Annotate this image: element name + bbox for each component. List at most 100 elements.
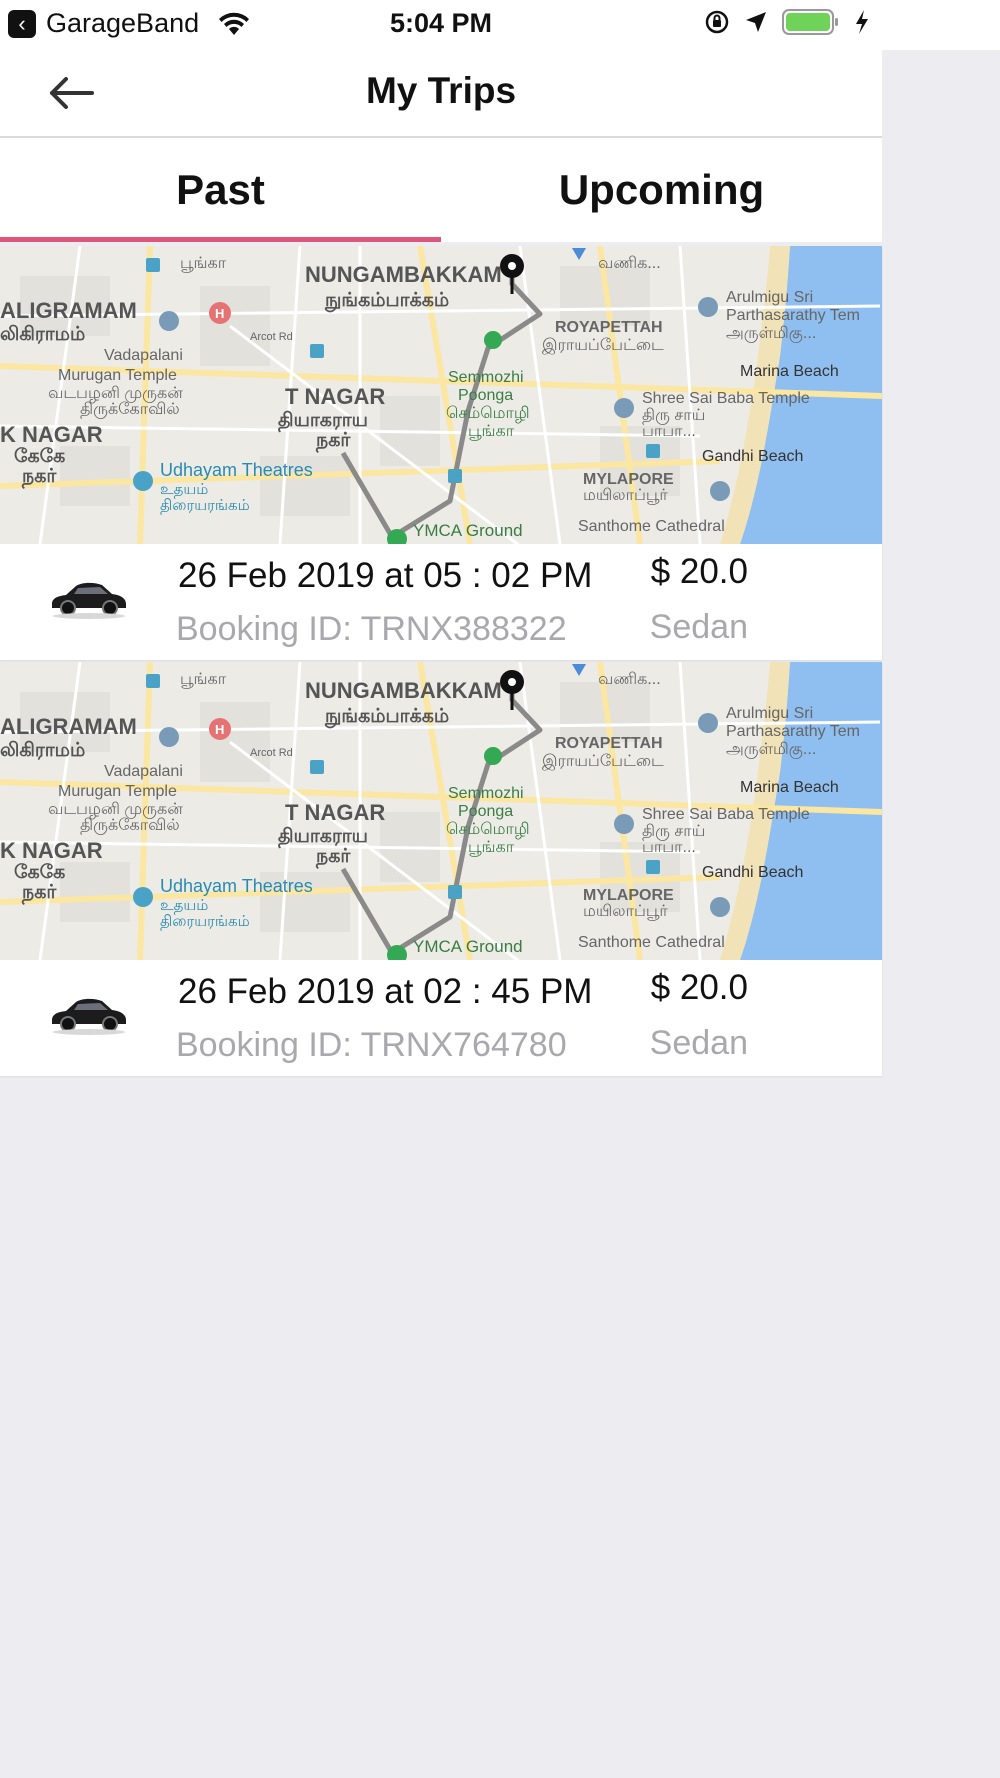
- map-label: செம்மொழி: [446, 821, 530, 838]
- sedan-car-icon: [52, 582, 126, 619]
- trip-date: 26 Feb 2019 at 05 : 02 PM: [178, 556, 593, 595]
- map-label: Arcot Rd: [250, 331, 293, 343]
- map-label: T NAGAR: [285, 384, 385, 409]
- map-label: இராயப்பேட்டை: [542, 753, 664, 771]
- map-label: வணிக...: [598, 255, 661, 272]
- map-label: பூங்கா: [180, 255, 227, 272]
- map-label: பூங்கா: [180, 671, 227, 688]
- map-label: Semmozhi: [448, 369, 524, 386]
- page-title: My Trips: [365, 70, 517, 111]
- map-label: Murugan Temple: [58, 367, 177, 384]
- trip-date: 26 Feb 2019 at 02 : 45 PM: [178, 972, 593, 1011]
- map-label: பாபா...: [642, 839, 696, 856]
- map-label: Gandhi Beach: [702, 864, 803, 881]
- navigation-bar: My Trips: [0, 50, 882, 138]
- route-map-image: H NUNGAMBAKKAM ALIGRAMAM K NAGAR T NAGAR…: [0, 246, 882, 544]
- map-label: MYLAPORE: [583, 471, 674, 488]
- map-label: YMCA Ground: [413, 937, 523, 956]
- map-label: Shree Sai Baba Temple: [642, 390, 810, 407]
- map-label: நுங்கம்பாக்கம்: [324, 290, 449, 313]
- tab-past-label: Past: [176, 166, 265, 213]
- map-label: கேகே: [14, 446, 65, 467]
- status-bar: ‹ GarageBand 5:04 PM: [0, 0, 1000, 50]
- map-label: நகர்: [315, 846, 351, 869]
- map-label: Murugan Temple: [58, 783, 177, 800]
- booking-id: Booking ID: TRNX388322: [176, 610, 567, 648]
- tab-upcoming-label: Upcoming: [558, 166, 765, 213]
- map-label: உதயம்: [160, 481, 208, 498]
- route-map: H NUNGAMBAKKAM ALIGRAMAM K NAGAR T NAGAR…: [0, 246, 882, 544]
- map-label: Arulmigu Sri: [726, 705, 813, 722]
- location-arrow-icon: [746, 12, 766, 32]
- svg-text:H: H: [215, 722, 224, 737]
- map-label: Gandhi Beach: [702, 448, 803, 465]
- map-label: Santhome Cathedral: [578, 518, 725, 535]
- map-label: வணிக...: [598, 671, 661, 688]
- map-label: நுங்கம்பாக்கம்: [324, 706, 449, 729]
- trip-price: $ 20.0: [650, 552, 748, 591]
- map-label: லிகிராமம்: [0, 324, 85, 345]
- map-label: கேகே: [14, 862, 65, 883]
- map-label: T NAGAR: [285, 800, 385, 825]
- map-label: ALIGRAMAM: [0, 714, 137, 739]
- map-label: K NAGAR: [0, 838, 103, 863]
- map-label: Shree Sai Baba Temple: [642, 806, 810, 823]
- map-label: திருக்கோவில்: [80, 401, 180, 419]
- map-label: ALIGRAMAM: [0, 298, 137, 323]
- map-label: நகர்: [315, 430, 351, 453]
- map-label: மயிலாப்பூர்: [583, 487, 668, 504]
- map-label: செம்மொழி: [446, 405, 530, 422]
- map-label: திரையரங்கம்: [160, 913, 250, 930]
- map-label: Santhome Cathedral: [578, 934, 725, 951]
- map-label: பூங்கா: [468, 839, 515, 856]
- map-label: Arcot Rd: [250, 747, 293, 759]
- map-label: Semmozhi: [448, 785, 524, 802]
- map-label: Poonga: [458, 803, 513, 820]
- trip-info: 26 Feb 2019 at 02 : 45 PM Booking ID: TR…: [0, 960, 882, 1076]
- battery-icon: [782, 9, 838, 35]
- status-right: [704, 8, 870, 36]
- tab-upcoming[interactable]: Upcoming: [441, 138, 882, 242]
- map-label: நகர்: [21, 466, 57, 489]
- rotation-lock-icon: [705, 10, 729, 34]
- map-label: Parthasarathy Tem: [726, 307, 860, 324]
- map-label: ROYAPETTAH: [555, 735, 663, 752]
- map-label: லிகிராமம்: [0, 740, 85, 761]
- map-label: பூங்கா: [468, 423, 515, 440]
- vehicle-type: Sedan: [649, 608, 748, 646]
- map-label: அருள்மிகு...: [726, 741, 816, 759]
- map-label: திரையரங்கம்: [160, 497, 250, 514]
- map-label: ROYAPETTAH: [555, 319, 663, 336]
- map-label: Vadapalani: [104, 347, 183, 364]
- map-label: Udhayam Theatres: [160, 460, 313, 480]
- map-label: MYLAPORE: [583, 887, 674, 904]
- map-label: நகர்: [21, 882, 57, 905]
- trip-tabs: Past Upcoming: [0, 138, 882, 242]
- trip-card[interactable]: H NUNGAMBAKKAM ALIGRAMAM K NAGAR T NAGAR…: [0, 662, 882, 1076]
- map-label: Udhayam Theatres: [160, 876, 313, 896]
- map-label: உதயம்: [160, 897, 208, 914]
- tab-past[interactable]: Past: [0, 138, 441, 242]
- trip-info: 26 Feb 2019 at 05 : 02 PM Booking ID: TR…: [0, 544, 882, 660]
- map-label: Parthasarathy Tem: [726, 723, 860, 740]
- trip-price: $ 20.0: [650, 968, 748, 1007]
- booking-id: Booking ID: TRNX764780: [176, 1026, 567, 1064]
- map-label: NUNGAMBAKKAM: [305, 678, 502, 703]
- map-label: Poonga: [458, 387, 513, 404]
- map-label: இராயப்பேட்டை: [542, 337, 664, 355]
- svg-text:H: H: [215, 306, 224, 321]
- charging-bolt-icon: [856, 10, 868, 34]
- map-label: YMCA Ground: [413, 521, 523, 540]
- map-label: அருள்மிகு...: [726, 325, 816, 343]
- route-map: H NUNGAMBAKKAM ALIGRAMAM K NAGAR T NAGAR…: [0, 662, 882, 960]
- trip-card[interactable]: H NUNGAMBAKKAM ALIGRAMAM K NAGAR T NAGAR…: [0, 246, 882, 660]
- map-label: NUNGAMBAKKAM: [305, 262, 502, 287]
- map-label: Arulmigu Sri: [726, 289, 813, 306]
- map-label: பாபா...: [642, 423, 696, 440]
- route-map-image: H NUNGAMBAKKAM ALIGRAMAM K NAGAR T NAGAR…: [0, 662, 882, 960]
- sedan-car-icon: [52, 998, 126, 1035]
- map-label: திருக்கோவில்: [80, 817, 180, 835]
- map-label: Vadapalani: [104, 763, 183, 780]
- active-tab-indicator: [0, 237, 441, 242]
- map-label: Marina Beach: [740, 779, 839, 796]
